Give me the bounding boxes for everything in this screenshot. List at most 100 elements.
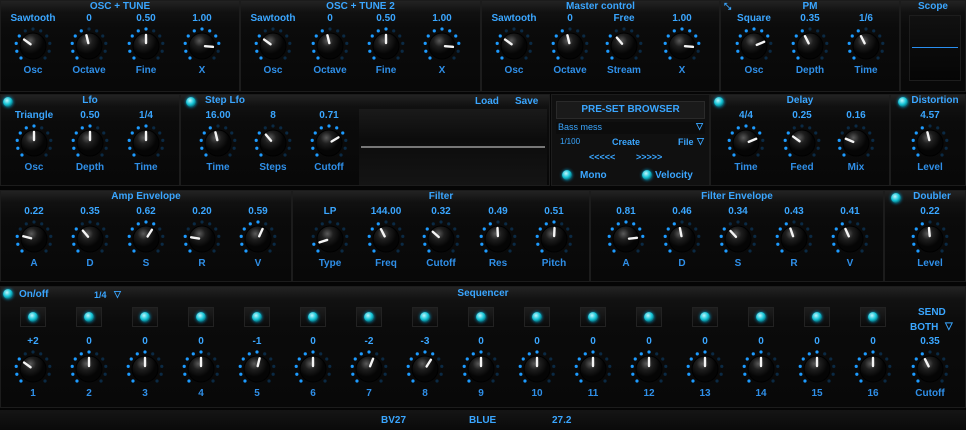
seq-step-8-knob[interactable] xyxy=(406,350,444,388)
master-octave-knob[interactable] xyxy=(551,27,589,65)
seq-step-5-knob[interactable] xyxy=(238,350,276,388)
seq-step-13-knob[interactable] xyxy=(686,350,724,388)
seq-step-8-toggle[interactable] xyxy=(412,307,438,327)
seq-step-12-knob[interactable] xyxy=(630,350,668,388)
seq-step-2-toggle[interactable] xyxy=(76,307,102,327)
master-octave-label: Octave xyxy=(553,65,587,76)
filter-env-s-knob[interactable] xyxy=(719,220,757,258)
amp-env-a-knob[interactable] xyxy=(15,220,53,258)
filter-res-knob[interactable] xyxy=(479,220,517,258)
delay-feed-knob[interactable] xyxy=(783,124,821,162)
master-stream-knob[interactable] xyxy=(605,27,643,65)
seq-step-14-toggle[interactable] xyxy=(748,307,774,327)
create-button[interactable]: Create xyxy=(612,137,640,147)
seq-step-15-knob[interactable] xyxy=(798,350,836,388)
pm-time-knob[interactable] xyxy=(847,27,885,65)
preset-dropdown-icon[interactable]: ▽ xyxy=(696,121,703,132)
velocity-toggle[interactable] xyxy=(642,170,652,180)
filter-env-v-knob[interactable] xyxy=(831,220,869,258)
osc-tune-fine-knob[interactable] xyxy=(127,27,165,65)
amp-env-r-knob[interactable] xyxy=(183,220,221,258)
osc-tune2-octave-knob[interactable] xyxy=(311,27,349,65)
pm-depth-knob[interactable] xyxy=(791,27,829,65)
seq-step-5-toggle[interactable] xyxy=(244,307,270,327)
load-button[interactable]: Load xyxy=(475,96,499,107)
sequencer-onoff-toggle[interactable] xyxy=(3,289,13,299)
distortion-level-knob[interactable] xyxy=(911,124,949,162)
prev-preset-button[interactable]: <<<<< xyxy=(589,152,615,162)
seq-cutoff-value: 0.35 xyxy=(920,336,940,347)
seq-step-2-label: 2 xyxy=(86,388,92,399)
expand-icon[interactable]: ⤡ xyxy=(724,1,731,12)
send-mode[interactable]: BOTH xyxy=(910,322,938,333)
step-lfo-steps-knob[interactable] xyxy=(254,124,292,162)
sequencer-rate[interactable]: 1/4 xyxy=(94,290,107,300)
seq-step-1-toggle[interactable] xyxy=(20,307,46,327)
seq-step-3-toggle[interactable] xyxy=(132,307,158,327)
seq-step-6-toggle[interactable] xyxy=(300,307,326,327)
step-lfo-toggle[interactable] xyxy=(186,97,196,107)
save-button[interactable]: Save xyxy=(515,96,538,107)
file-dropdown-icon[interactable]: ▽ xyxy=(697,136,704,147)
seq-step-13-toggle[interactable] xyxy=(692,307,718,327)
filter-pitch-knob[interactable] xyxy=(535,220,573,258)
lfo-toggle[interactable] xyxy=(3,97,13,107)
filter-cutoff-knob[interactable] xyxy=(422,220,460,258)
osc-tune-osc-knob[interactable] xyxy=(14,27,52,65)
master-osc-knob[interactable] xyxy=(495,27,533,65)
osc-tune-octave-knob[interactable] xyxy=(70,27,108,65)
seq-step-16-knob[interactable] xyxy=(854,350,892,388)
amp-env-s-knob[interactable] xyxy=(127,220,165,258)
seq-step-14-knob[interactable] xyxy=(742,350,780,388)
delay-feed-value: 0.25 xyxy=(792,110,812,121)
doubler-toggle[interactable] xyxy=(891,193,901,203)
distortion-toggle[interactable] xyxy=(898,97,908,107)
lfo-time-knob[interactable] xyxy=(127,124,165,162)
seq-step-3-knob[interactable] xyxy=(126,350,164,388)
next-preset-button[interactable]: >>>>> xyxy=(636,152,662,162)
osc-tune-x-knob[interactable] xyxy=(183,27,221,65)
master-x-knob[interactable] xyxy=(663,27,701,65)
seq-step-4-toggle[interactable] xyxy=(188,307,214,327)
seq-step-7-knob[interactable] xyxy=(350,350,388,388)
filter-env-r-knob[interactable] xyxy=(775,220,813,258)
osc-tune2-x-knob[interactable] xyxy=(423,27,461,65)
delay-time-knob[interactable] xyxy=(727,124,765,162)
mono-toggle[interactable] xyxy=(562,170,572,180)
seq-step-9-knob[interactable] xyxy=(462,350,500,388)
amp-env-v-knob[interactable] xyxy=(239,220,277,258)
lfo-depth-knob[interactable] xyxy=(71,124,109,162)
sequencer-rate-dropdown-icon[interactable]: ▽ xyxy=(114,289,121,300)
seq-step-2-knob[interactable] xyxy=(70,350,108,388)
seq-step-10-knob[interactable] xyxy=(518,350,556,388)
filter-freq-knob[interactable] xyxy=(367,220,405,258)
lfo-osc-knob[interactable] xyxy=(15,124,53,162)
seq-step-7-toggle[interactable] xyxy=(356,307,382,327)
preset-name-field[interactable]: Bass mess ▽ xyxy=(556,121,705,134)
osc-tune2-osc-knob[interactable] xyxy=(254,27,292,65)
delay-mix-knob[interactable] xyxy=(837,124,875,162)
seq-step-4-knob[interactable] xyxy=(182,350,220,388)
osc-tune2-fine-knob[interactable] xyxy=(367,27,405,65)
file-menu[interactable]: File xyxy=(678,137,694,147)
delay-toggle[interactable] xyxy=(714,97,724,107)
seq-step-16-toggle[interactable] xyxy=(860,307,886,327)
seq-cutoff-knob[interactable] xyxy=(911,350,949,388)
filter-env-a-knob[interactable] xyxy=(607,220,645,258)
seq-step-11-knob[interactable] xyxy=(574,350,612,388)
seq-step-10-toggle[interactable] xyxy=(524,307,550,327)
doubler-level-knob[interactable] xyxy=(911,220,949,258)
seq-step-12-toggle[interactable] xyxy=(636,307,662,327)
seq-step-11-toggle[interactable] xyxy=(580,307,606,327)
seq-step-15-toggle[interactable] xyxy=(804,307,830,327)
seq-step-9-toggle[interactable] xyxy=(468,307,494,327)
amp-env-d-knob[interactable] xyxy=(71,220,109,258)
seq-step-1-knob[interactable] xyxy=(14,350,52,388)
step-lfo-cutoff-knob[interactable] xyxy=(310,124,348,162)
pm-osc-knob[interactable] xyxy=(735,27,773,65)
step-lfo-time-knob[interactable] xyxy=(199,124,237,162)
send-mode-dropdown-icon[interactable]: ▽ xyxy=(945,321,953,332)
filter-type-knob[interactable] xyxy=(311,220,349,258)
seq-step-6-knob[interactable] xyxy=(294,350,332,388)
filter-env-d-knob[interactable] xyxy=(663,220,701,258)
